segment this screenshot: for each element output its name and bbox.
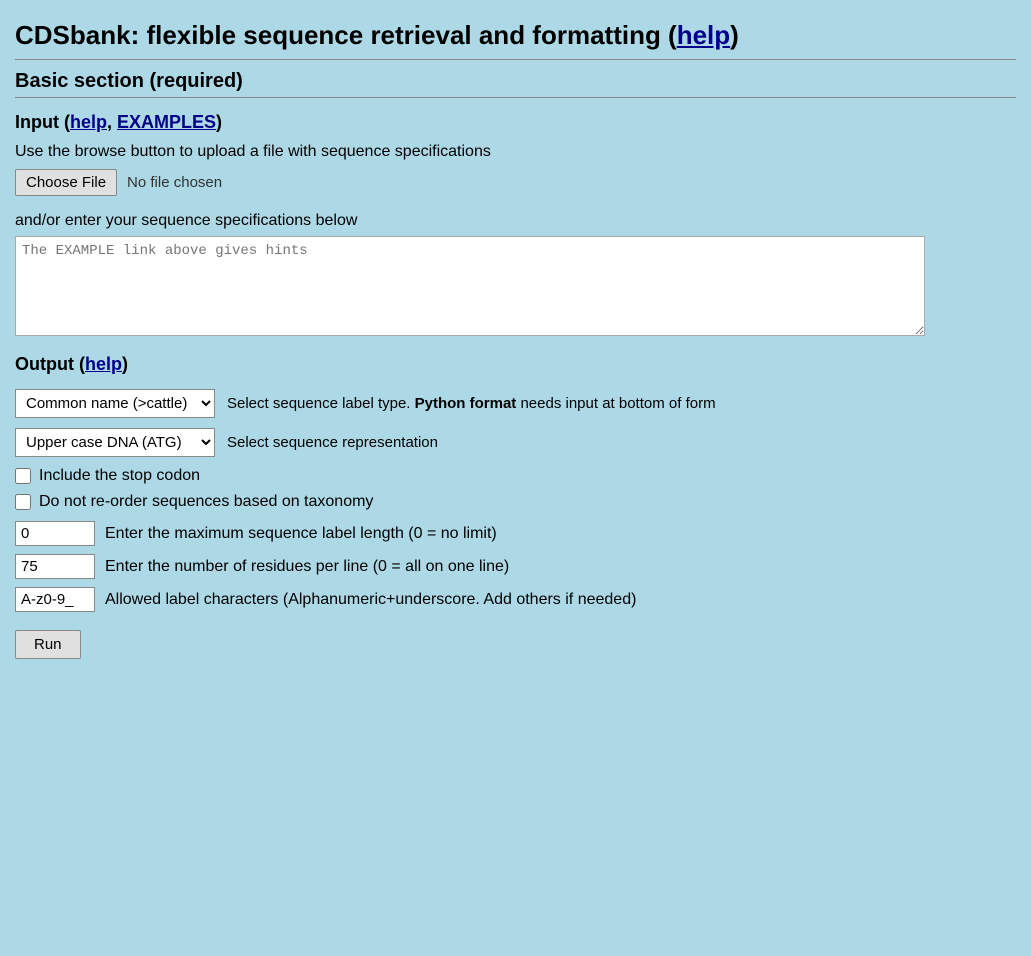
title-divider (15, 59, 1016, 60)
sequence-rep-select[interactable]: Upper case DNA (ATG)Lower case DNA (atg)… (15, 428, 215, 457)
input-help-link[interactable]: help (70, 112, 107, 132)
allowed-chars-description: Allowed label characters (Alphanumeric+u… (105, 591, 636, 609)
file-input-row: Choose File No file chosen (15, 169, 1016, 196)
no-file-label: No file chosen (127, 174, 222, 191)
label-type-row: Common name (>cattle)Scientific nameAcce… (15, 389, 1016, 418)
max-label-row: Enter the maximum sequence label length … (15, 521, 1016, 546)
checkboxes-section: Include the stop codon Do not re-order s… (15, 467, 1016, 511)
input-heading-suffix: ) (216, 112, 222, 132)
page-title-text: CDSbank: flexible sequence retrieval and… (15, 20, 677, 50)
input-heading: Input (help, EXAMPLES) (15, 112, 1016, 133)
stop-codon-checkbox[interactable] (15, 468, 31, 484)
output-section: Output (help) Common name (>cattle)Scien… (15, 354, 1016, 659)
sequence-rep-row: Upper case DNA (ATG)Lower case DNA (atg)… (15, 428, 1016, 457)
reorder-row: Do not re-order sequences based on taxon… (15, 493, 1016, 511)
inputs-section: Enter the maximum sequence label length … (15, 521, 1016, 612)
label-type-description: Select sequence label type. Python forma… (227, 395, 716, 412)
reorder-checkbox[interactable] (15, 494, 31, 510)
section-divider (15, 97, 1016, 98)
textarea-description: and/or enter your sequence specification… (15, 212, 1016, 230)
input-heading-sep: , (107, 112, 117, 132)
output-heading: Output (help) (15, 354, 1016, 375)
choose-file-button[interactable]: Choose File (15, 169, 117, 196)
output-heading-suffix: ) (122, 354, 128, 374)
sequence-input[interactable] (15, 236, 925, 336)
label-type-select[interactable]: Common name (>cattle)Scientific nameAcce… (15, 389, 215, 418)
label-type-desc-suffix: needs input at bottom of form (516, 395, 715, 412)
label-type-desc-prefix: Select sequence label type. (227, 395, 415, 412)
residues-row: Enter the number of residues per line (0… (15, 554, 1016, 579)
sequence-rep-description: Select sequence representation (227, 434, 438, 451)
max-label-input[interactable] (15, 521, 95, 546)
output-help-link[interactable]: help (85, 354, 122, 374)
run-section: Run (15, 630, 1016, 659)
allowed-chars-row: Allowed label characters (Alphanumeric+u… (15, 587, 1016, 612)
residues-input[interactable] (15, 554, 95, 579)
input-heading-prefix: Input ( (15, 112, 70, 132)
basic-section-heading: Basic section (required) (15, 70, 1016, 93)
reorder-label: Do not re-order sequences based on taxon… (39, 493, 373, 511)
max-label-description: Enter the maximum sequence label length … (105, 525, 497, 543)
stop-codon-label: Include the stop codon (39, 467, 200, 485)
allowed-chars-input[interactable] (15, 587, 95, 612)
output-heading-prefix: Output ( (15, 354, 85, 374)
input-examples-link[interactable]: EXAMPLES (117, 112, 216, 132)
title-help-link[interactable]: help (677, 20, 730, 50)
python-format-label: Python format (415, 395, 517, 412)
stop-codon-row: Include the stop codon (15, 467, 1016, 485)
run-button[interactable]: Run (15, 630, 81, 659)
page-title: CDSbank: flexible sequence retrieval and… (15, 20, 1016, 51)
page-title-end: ) (730, 20, 739, 50)
residues-description: Enter the number of residues per line (0… (105, 558, 509, 576)
upload-description: Use the browse button to upload a file w… (15, 143, 1016, 161)
